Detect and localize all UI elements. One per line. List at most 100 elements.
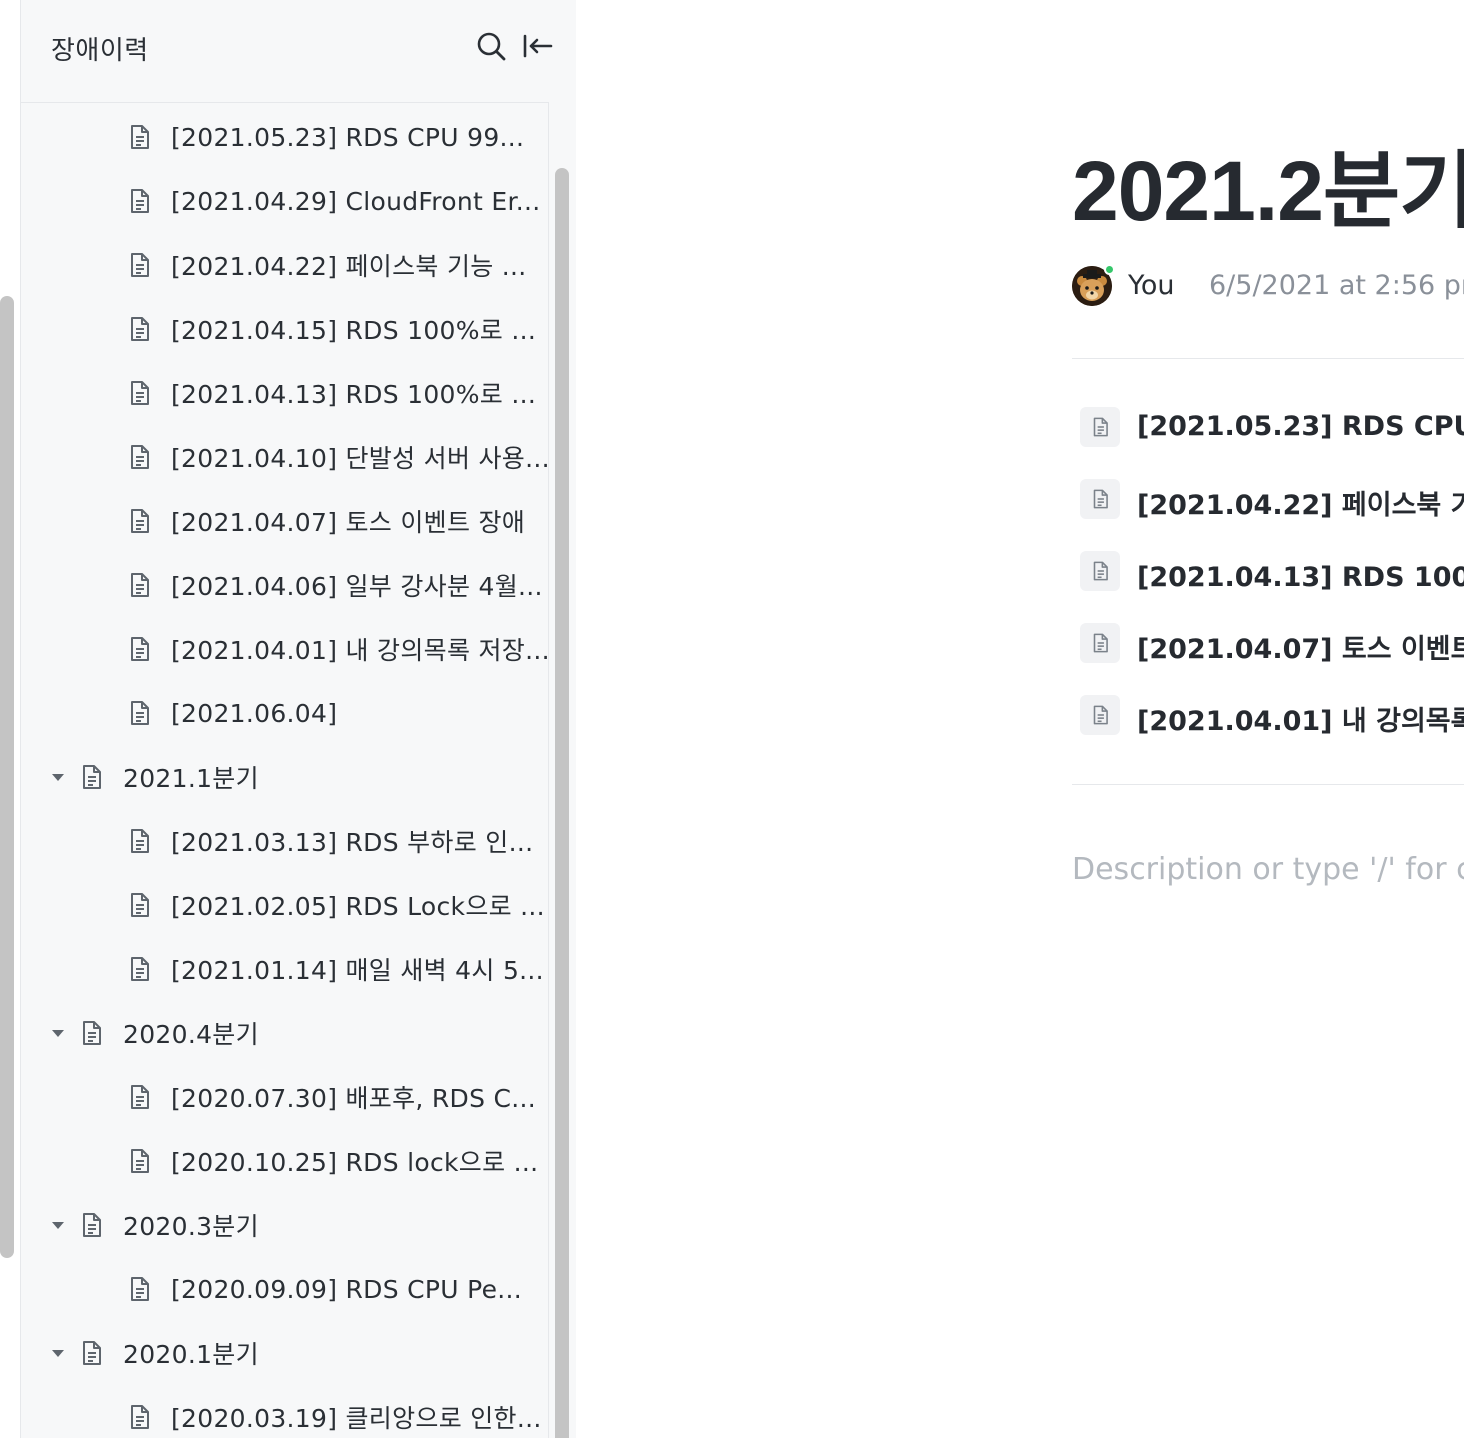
tree-page-item[interactable]: [2021.04.10] 단발성 서버 사용...: [21, 425, 549, 489]
created-date: 6/5/2021 at 2:56 pm: [1209, 270, 1464, 301]
document-icon: [125, 571, 153, 599]
tree-item-label: 2020.3분기: [123, 1212, 259, 1241]
document-icon: [125, 891, 153, 919]
tree-item-label: [2021.06.04]: [171, 698, 338, 728]
tree-item-label: 2020.1분기: [123, 1340, 259, 1369]
tree-item-label: [2021.04.06] 일부 강사분 4월...: [171, 572, 543, 601]
sidebar-header: 장애이력: [21, 0, 577, 100]
tree-item-label: [2021.04.07] 토스 이벤트 장애: [171, 508, 526, 537]
tree-item-label: [2021.04.10] 단발성 서버 사용...: [171, 444, 549, 473]
tree-item-label: [2021.02.05] RDS Lock으로 ...: [171, 892, 545, 921]
tree-page-item[interactable]: [2021.04.01] 내 강의목록 저장...: [21, 617, 549, 681]
document-icon: [125, 699, 153, 727]
document-icon: [125, 315, 153, 343]
document-icon: [1080, 695, 1120, 735]
document-icon: [77, 1019, 105, 1047]
linked-page-item[interactable]: [2021.04.01] 내 강의목록 저: [1080, 695, 1464, 739]
linked-page-item[interactable]: [2021.04.22] 페이스북 기능: [1080, 479, 1464, 523]
tree-page-item[interactable]: [2021.01.14] 매일 새벽 4시 5...: [21, 937, 548, 1001]
collapse-left-icon[interactable]: [521, 30, 553, 62]
tree-page-item[interactable]: [2021.04.13] RDS 100%로 ...: [21, 361, 548, 425]
linked-page-item[interactable]: [2021.04.13] RDS 100%로: [1080, 551, 1464, 595]
divider-bottom: [1072, 784, 1464, 785]
sidebar-title: 장애이력: [51, 36, 149, 66]
tree-item-label: [2020.03.19] 클리앙으로 인한...: [171, 1404, 542, 1433]
tree-page-item[interactable]: [2021.04.22] 페이스북 기능 ...: [21, 233, 548, 297]
tree-item-label: [2020.10.25] RDS lock으로 ...: [171, 1148, 539, 1177]
tree-page-item[interactable]: [2021.05.23] RDS CPU 99...: [21, 105, 548, 169]
presence-indicator: [1104, 264, 1115, 275]
document-icon: [125, 955, 153, 983]
tree-item-label: [2020.09.09] RDS CPU Pe...: [171, 1274, 523, 1304]
linked-page-label: [2021.04.22] 페이스북 기능: [1137, 490, 1464, 521]
tree-item-label: [2021.04.15] RDS 100%로 ...: [171, 316, 537, 345]
sidebar: 장애이력 [2021.05.23] RDS CPU 99... [2021.04.…: [20, 0, 576, 1438]
tree-folder-item[interactable]: 2020.3분기: [21, 1193, 548, 1257]
document-icon: [125, 1275, 153, 1303]
author-name[interactable]: You: [1128, 270, 1175, 301]
tree-folder-item[interactable]: 2021.1분기: [21, 745, 548, 809]
tree-page-item[interactable]: [2021.04.07] 토스 이벤트 장애: [21, 489, 548, 553]
tree-item-label: [2021.05.23] RDS CPU 99...: [171, 122, 525, 152]
document-icon: [125, 251, 153, 279]
tree-item-label: [2021.03.13] RDS 부하로 인...: [171, 828, 534, 857]
document-icon: [125, 635, 153, 663]
tree-item-label: [2021.04.22] 페이스북 기능 ...: [171, 252, 527, 281]
tree-page-item[interactable]: [2020.03.19] 클리앙으로 인한...: [21, 1385, 548, 1438]
linked-page-item[interactable]: [2021.04.07] 토스 이벤트 장: [1080, 623, 1464, 667]
document-icon: [125, 443, 153, 471]
linked-page-label: [2021.04.13] RDS 100%로: [1137, 562, 1464, 593]
document-icon: [125, 507, 153, 535]
document-icon: [125, 379, 153, 407]
document-icon: [125, 827, 153, 855]
caret-down-icon[interactable]: [49, 1024, 67, 1042]
linked-page-item[interactable]: [2021.05.23] RDS CPU 9: [1080, 407, 1464, 451]
page-content: 2021.2분기 You 6/5/2021 at 2:56 pm [2021.0…: [576, 0, 1464, 1438]
tree-folder-item[interactable]: 2020.4분기: [21, 1001, 548, 1065]
description-input[interactable]: Description or type '/' for co: [1072, 852, 1464, 887]
page-tree: [2021.05.23] RDS CPU 99... [2021.04.29] C…: [21, 102, 549, 1438]
linked-page-label: [2021.04.01] 내 강의목록 저: [1137, 706, 1464, 737]
document-icon: [125, 1147, 153, 1175]
tree-item-label: [2021.01.14] 매일 새벽 4시 5...: [171, 956, 544, 985]
document-icon: [77, 763, 105, 791]
tree-page-item[interactable]: [2021.06.04]: [21, 681, 548, 745]
tree-page-item[interactable]: [2020.09.09] RDS CPU Pe...: [21, 1257, 548, 1321]
document-icon: [1080, 479, 1120, 519]
document-icon: [77, 1211, 105, 1239]
tree-item-label: 2021.1분기: [123, 764, 259, 793]
document-icon: [1080, 551, 1120, 591]
document-icon: [1080, 407, 1120, 447]
document-icon: [77, 1339, 105, 1367]
tree-item-label: [2021.04.01] 내 강의목록 저장...: [171, 636, 549, 665]
tree-folder-item[interactable]: 2020.1분기: [21, 1321, 548, 1385]
caret-down-icon[interactable]: [49, 1216, 67, 1234]
tree-item-label: [2021.04.13] RDS 100%로 ...: [171, 380, 537, 409]
tree-page-item[interactable]: [2021.04.06] 일부 강사분 4월...: [21, 553, 548, 617]
linked-page-label: [2021.05.23] RDS CPU 9: [1137, 411, 1464, 442]
caret-down-icon[interactable]: [49, 768, 67, 786]
linked-page-label: [2021.04.07] 토스 이벤트 장: [1137, 634, 1464, 665]
document-icon: [125, 1403, 153, 1431]
window-scrollbar[interactable]: [0, 296, 14, 1258]
tree-item-label: 2020.4분기: [123, 1020, 259, 1049]
page-title[interactable]: 2021.2분기: [1072, 124, 1464, 245]
tree-page-item[interactable]: [2021.04.29] CloudFront Er...: [21, 169, 548, 233]
divider-top: [1072, 358, 1464, 359]
tree-page-item[interactable]: [2020.07.30] 배포후, RDS C...: [21, 1065, 548, 1129]
caret-down-icon[interactable]: [49, 1344, 67, 1362]
tree-item-label: [2021.04.29] CloudFront Er...: [171, 186, 541, 216]
tree-page-item[interactable]: [2021.03.13] RDS 부하로 인...: [21, 809, 548, 873]
document-icon: [1080, 623, 1120, 663]
tree-page-item[interactable]: [2021.04.15] RDS 100%로 ...: [21, 297, 548, 361]
tree-page-item[interactable]: [2021.02.05] RDS Lock으로 ...: [21, 873, 548, 937]
app-window: 장애이력 [2021.05.23] RDS CPU 99... [2021.04.…: [0, 0, 1464, 1438]
document-icon: [125, 123, 153, 151]
sidebar-scrollbar[interactable]: [555, 168, 569, 1438]
document-icon: [125, 187, 153, 215]
search-icon[interactable]: [475, 30, 507, 62]
tree-page-item[interactable]: [2020.10.25] RDS lock으로 ...: [21, 1129, 548, 1193]
tree-item-label: [2020.07.30] 배포후, RDS C...: [171, 1084, 537, 1113]
document-icon: [125, 1083, 153, 1111]
page-meta: You 6/5/2021 at 2:56 pm: [1072, 264, 1464, 308]
